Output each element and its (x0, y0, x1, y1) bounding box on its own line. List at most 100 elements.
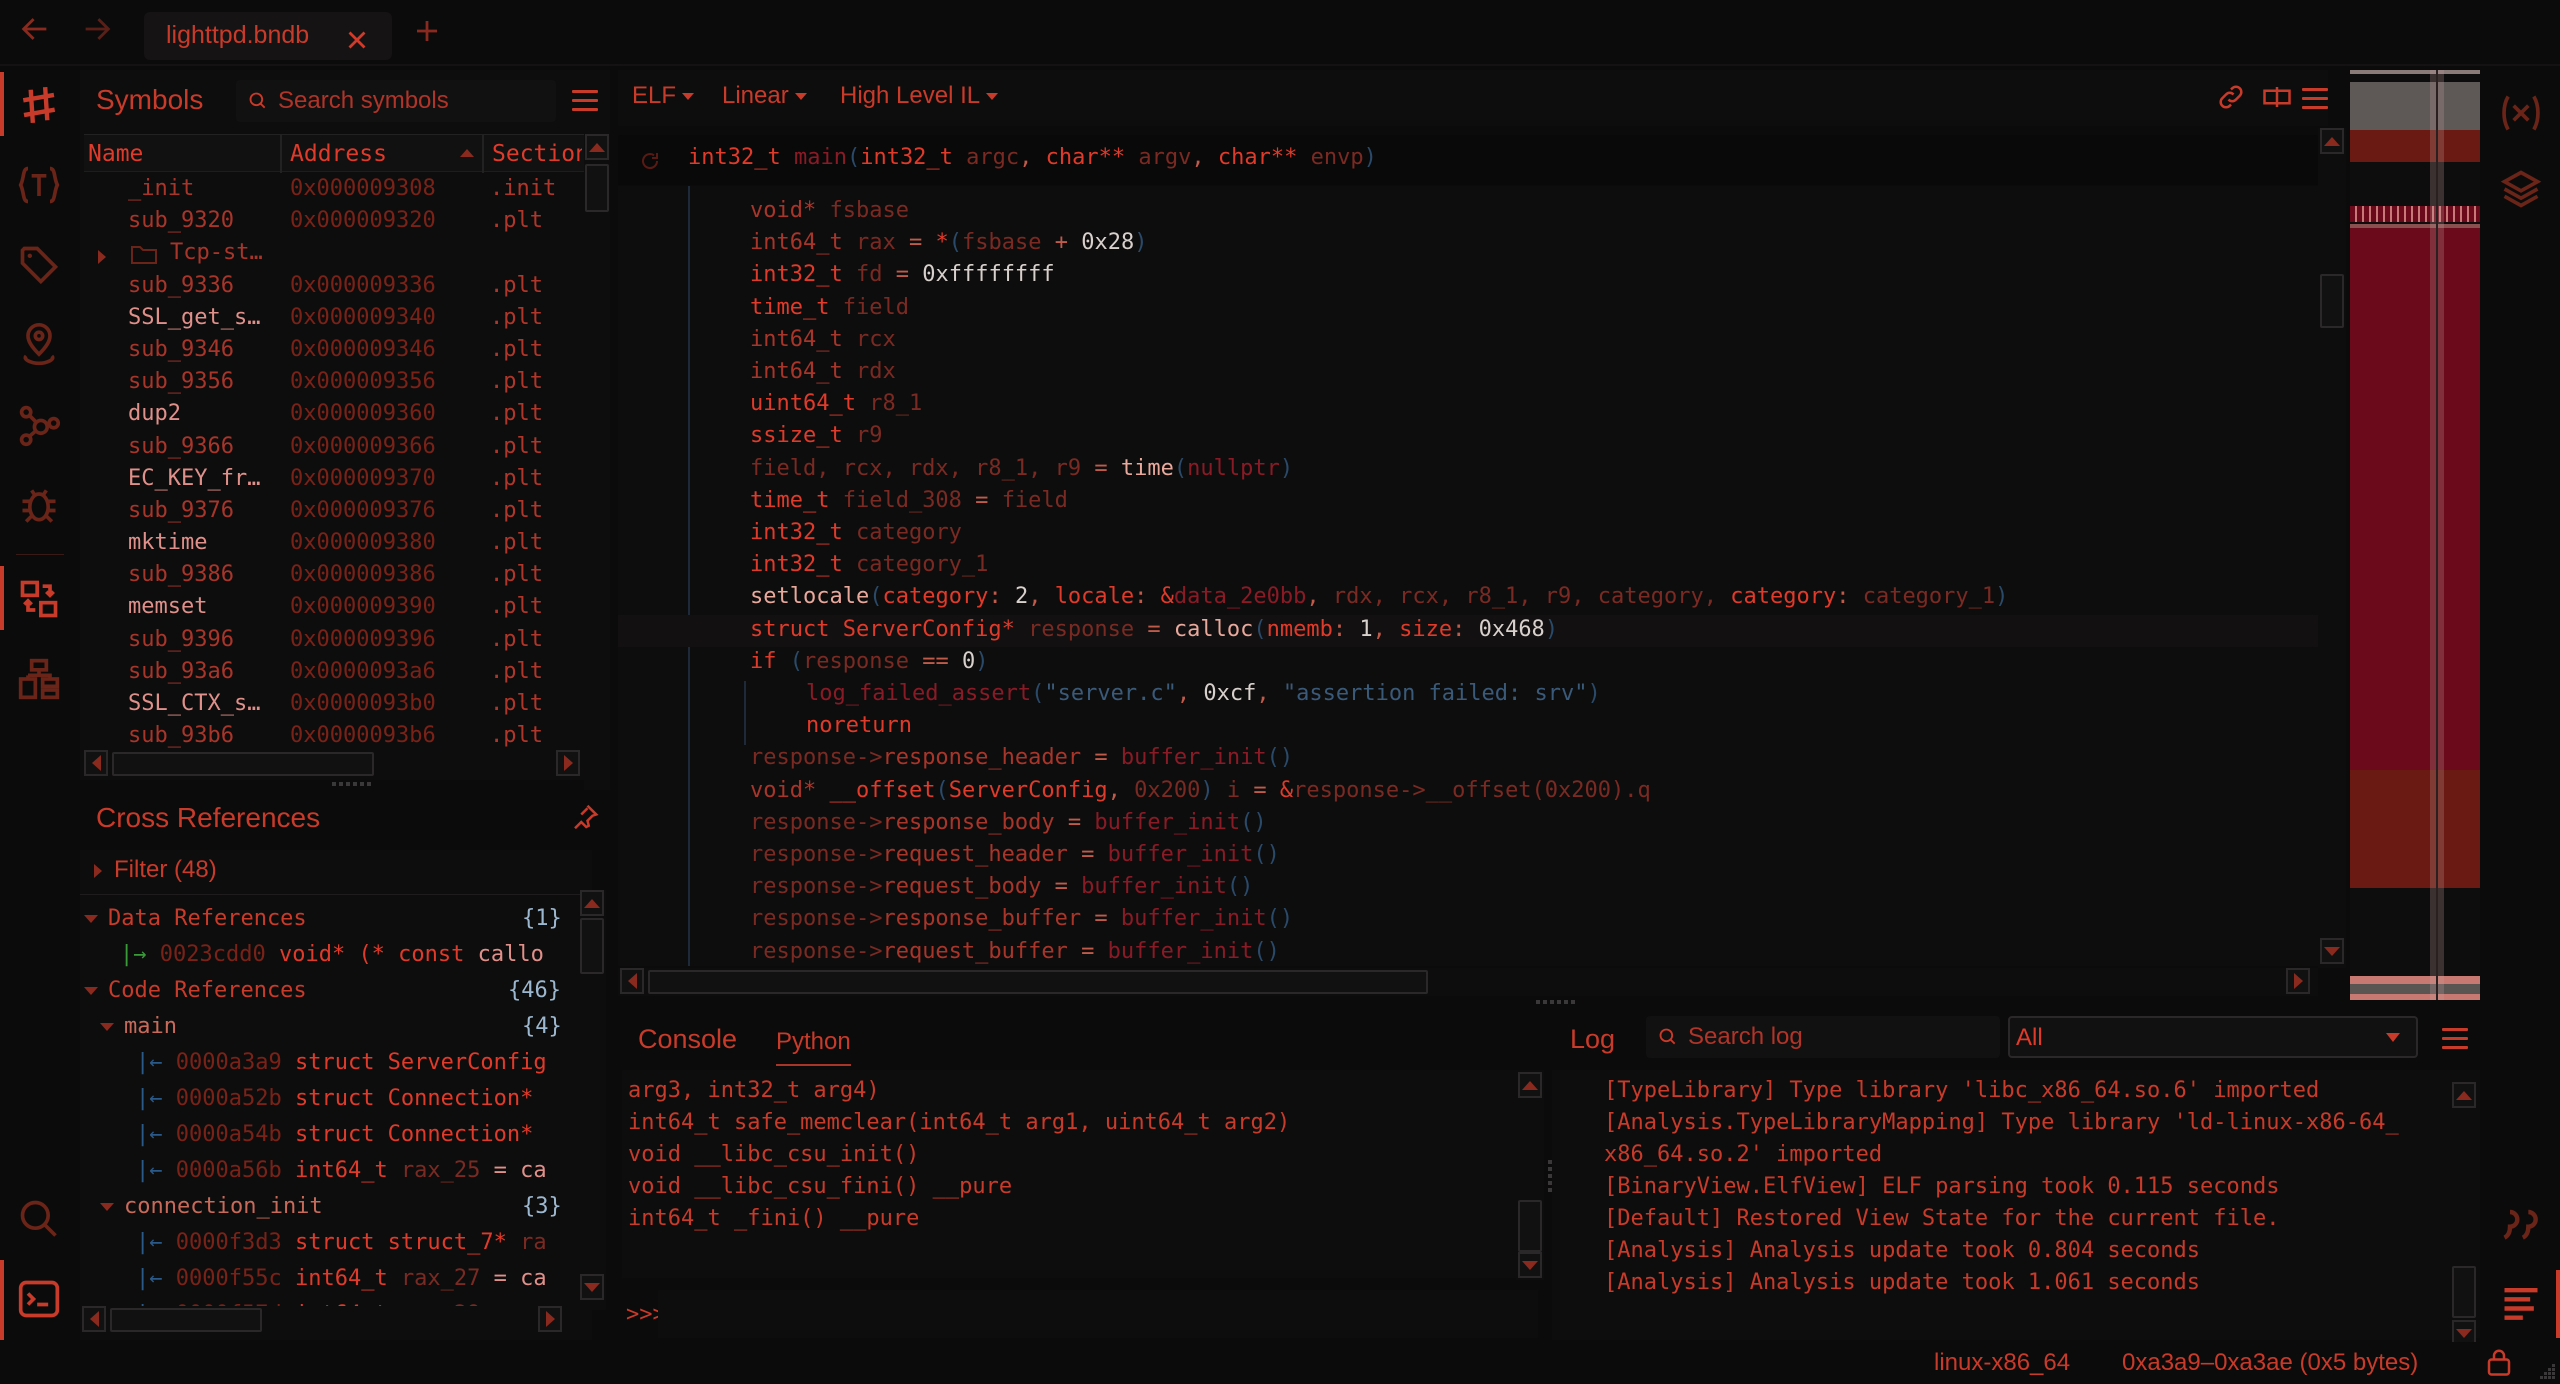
symbol-row[interactable]: Tcp-st… (84, 237, 584, 269)
symbol-row[interactable]: memset 0x000009390 .plt (84, 591, 584, 623)
symbol-row[interactable]: sub_9396 0x000009396 .plt (84, 624, 584, 656)
sidebar-item-tags[interactable] (14, 240, 64, 290)
sync-link-button[interactable] (2216, 82, 2246, 117)
symbol-row[interactable]: sub_9320 0x000009320 .plt (84, 205, 584, 237)
lock-button[interactable] (2484, 1347, 2514, 1382)
function-signature[interactable]: int32_t main(int32_t argc, char** argv, … (688, 145, 1377, 170)
sidebar-item-types[interactable] (14, 160, 64, 210)
scroll-right-button[interactable] (2286, 968, 2310, 994)
param-name[interactable]: envp (1311, 145, 1364, 170)
filter-toggle[interactable]: Filter (48) (94, 856, 217, 884)
sidebar-item-hierarchy[interactable] (14, 654, 64, 704)
refresh-icon[interactable] (638, 149, 662, 173)
panel-resize-handle[interactable] (332, 782, 371, 786)
symbol-row[interactable]: _init 0x000009308 .init (84, 173, 584, 205)
log-level-select[interactable]: All (2008, 1016, 2418, 1058)
tab-console[interactable]: Console (638, 1024, 737, 1055)
symbol-row[interactable]: sub_9346 0x000009346 .plt (84, 334, 584, 366)
selection-range[interactable]: 0xa3a9–0xa3ae (0x5 bytes) (2122, 1349, 2418, 1377)
code-line[interactable]: int64_t rdx (750, 359, 896, 384)
scroll-right-button[interactable] (556, 750, 580, 776)
param-name[interactable]: argc (966, 145, 1019, 170)
symbol-row[interactable]: sub_9336 0x000009336 .plt (84, 270, 584, 302)
symbol-row[interactable]: sub_9366 0x000009366 .plt (84, 431, 584, 463)
column-header-address[interactable]: Address (290, 141, 387, 167)
code-line[interactable]: int64_t rax = *(fsbase + 0x28) (750, 230, 1147, 255)
xref-vertical-scrollbar[interactable] (580, 890, 606, 1310)
log-vertical-scrollbar[interactable] (2452, 1070, 2480, 1346)
sidebar-item-search[interactable] (14, 1194, 64, 1244)
symbol-row[interactable]: sub_9386 0x000009386 .plt (84, 559, 584, 591)
column-divider[interactable] (482, 135, 484, 173)
symbol-row[interactable]: sub_93a6 0x0000093a6 .plt (84, 656, 584, 688)
xref-item[interactable]: |← 0000f55c int64_t rax_27 = ca (136, 1266, 576, 1291)
tab-python[interactable]: Python (776, 1028, 851, 1066)
pin-button[interactable] (570, 802, 600, 837)
code-vertical-scrollbar[interactable] (2318, 128, 2346, 968)
close-tab-button[interactable] (342, 17, 372, 63)
symbols-search-input[interactable]: Search symbols (236, 80, 556, 122)
code-line[interactable]: response->request_buffer = buffer_init() (750, 939, 1280, 964)
scroll-left-button[interactable] (84, 750, 108, 776)
xref-group-code-references[interactable]: Code References (84, 978, 307, 1003)
symbol-row[interactable]: sub_93b6 0x0000093b6 .plt (84, 720, 584, 752)
symbol-row[interactable]: sub_9356 0x000009356 .plt (84, 366, 584, 398)
scroll-thumb[interactable] (112, 752, 374, 776)
view-type-dropdown[interactable]: ELF (632, 82, 695, 110)
scroll-down-button[interactable] (2320, 938, 2344, 964)
scroll-down-button[interactable] (1518, 1252, 1542, 1278)
code-line[interactable]: time_t field (750, 295, 909, 320)
code-line[interactable]: field, rcx, rdx, r8_1, r9 = time(nullptr… (750, 456, 1293, 481)
scroll-thumb[interactable] (648, 970, 1428, 994)
xref-item[interactable]: |← 0000a52b struct Connection* (136, 1086, 576, 1111)
symbols-menu-button[interactable] (572, 90, 598, 112)
forward-button[interactable] (80, 12, 114, 55)
xref-item[interactable]: |→ 0023cdd0 void* (* const callo (120, 942, 544, 967)
scroll-up-button[interactable] (580, 890, 604, 916)
code-line[interactable]: void* fsbase (750, 198, 909, 223)
param-name[interactable]: argv (1138, 145, 1191, 170)
platform-indicator[interactable]: linux-x86_64 (1934, 1349, 2070, 1377)
il-level-dropdown[interactable]: High Level IL (840, 82, 999, 110)
scroll-left-button[interactable] (620, 968, 644, 994)
xref-item[interactable]: |← 0000a54b struct Connection* (136, 1122, 576, 1147)
code-line[interactable]: if (response == 0) (750, 649, 988, 674)
sidebar-item-graph[interactable] (14, 400, 64, 450)
scroll-thumb[interactable] (110, 1308, 262, 1332)
scroll-down-button[interactable] (580, 1274, 604, 1300)
resize-grip-icon[interactable] (2536, 1360, 2556, 1380)
column-divider[interactable] (280, 135, 282, 173)
scroll-thumb[interactable] (585, 164, 609, 212)
column-header-name[interactable]: Name (88, 141, 143, 167)
code-menu-button[interactable] (2302, 88, 2328, 110)
layout-dropdown[interactable]: Linear (722, 82, 807, 110)
xref-function-group[interactable]: connection_init (100, 1194, 323, 1219)
symbol-row[interactable]: SSL_get_s… 0x000009340 .plt (84, 302, 584, 334)
sidebar-item-terminal[interactable] (14, 1274, 64, 1324)
sidebar-item-variables[interactable] (2496, 88, 2546, 138)
symbol-row[interactable]: dup2 0x000009360 .plt (84, 398, 584, 430)
scroll-right-button[interactable] (538, 1306, 562, 1332)
sidebar-item-comments[interactable] (2496, 1198, 2546, 1248)
scroll-up-button[interactable] (585, 134, 609, 160)
code-line[interactable]: response->request_header = buffer_init() (750, 842, 1280, 867)
sidebar-item-symbols[interactable] (14, 80, 64, 130)
file-tab[interactable]: lighttpd.bndb (144, 12, 392, 60)
log-search-input[interactable]: Search log (1646, 1016, 2000, 1058)
scroll-left-button[interactable] (82, 1306, 106, 1332)
xref-item[interactable]: |← 0000a3a9 struct ServerConfig (136, 1050, 576, 1075)
code-line[interactable]: void* __offset(ServerConfig, 0x200) i = … (750, 778, 1651, 803)
python-input[interactable] (658, 1290, 1538, 1338)
new-tab-button[interactable] (412, 10, 442, 55)
scroll-up-button[interactable] (2320, 128, 2344, 154)
minimap[interactable] (2350, 70, 2480, 1000)
log-menu-button[interactable] (2442, 1028, 2468, 1050)
sidebar-item-locations[interactable] (14, 320, 64, 370)
code-line[interactable]: response->response_header = buffer_init(… (750, 745, 1293, 770)
code-line[interactable]: response->response_buffer = buffer_init(… (750, 906, 1293, 931)
panel-resize-handle[interactable] (1536, 1000, 1575, 1004)
code-horizontal-scrollbar[interactable] (618, 968, 2318, 996)
code-line[interactable]: int32_t fd = 0xffffffff (750, 262, 1055, 287)
xref-item[interactable]: |← 0000a56b int64_t rax_25 = ca (136, 1158, 576, 1183)
console-vertical-scrollbar[interactable] (1516, 1070, 1544, 1280)
